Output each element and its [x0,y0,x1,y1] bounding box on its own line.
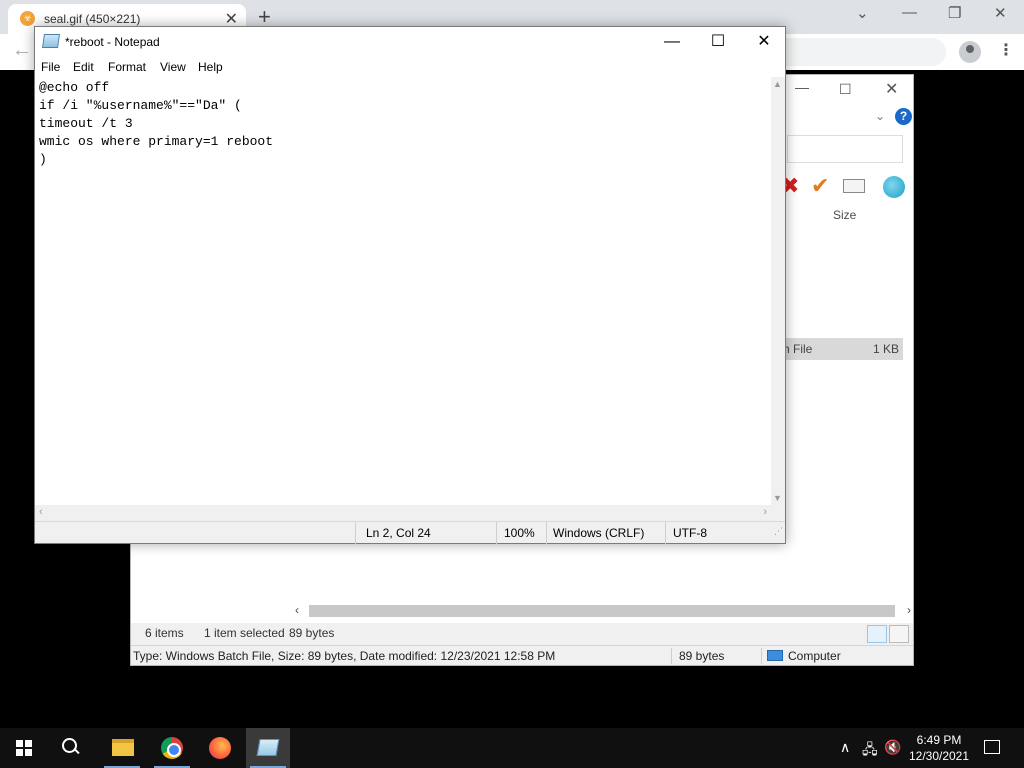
menu-view[interactable]: View [160,60,186,74]
explorer-horizontal-scrollbar[interactable]: ‹ › [293,603,913,619]
browser-minimize-button[interactable]: — [902,4,917,21]
vertical-scrollbar[interactable]: ▲ ▼ [771,77,785,505]
notepad-titlebar[interactable]: *reboot - Notepad — ☐ ✕ [35,27,785,57]
explorer-minimize-button[interactable]: — [795,79,809,95]
taskbar: ∧ 🖧 🔇 6:49 PM 12/30/2021 [0,728,1024,768]
details-view-icon[interactable] [867,625,887,643]
zoom-level: 100% [504,526,535,540]
menu-file[interactable]: File [41,60,60,74]
scrollbar-corner [771,505,785,521]
scroll-thumb[interactable] [309,605,895,617]
large-icons-view-icon[interactable] [889,625,909,643]
scroll-left-icon[interactable]: ‹ [295,603,299,617]
explorer-details-bar: Type: Windows Batch File, Size: 89 bytes… [131,645,913,665]
file-size-cell: 1 KB [872,342,899,356]
menu-edit[interactable]: Edit [73,60,94,74]
clock-date: 12/30/2021 [908,749,970,763]
tray-overflow-chevron-icon[interactable]: ∧ [840,739,850,756]
search-icon[interactable] [62,738,80,756]
address-bar[interactable] [786,38,946,66]
status-divider [761,648,762,664]
maximize-button[interactable]: ☐ [695,30,741,54]
minimize-button[interactable]: — [649,30,695,54]
windows-start-icon[interactable] [16,740,32,756]
accept-icon[interactable]: ✔ [811,173,829,199]
folder-icon [112,739,134,756]
file-type-cell: h File [783,342,813,356]
window-title: *reboot - Notepad [65,35,160,49]
help-icon[interactable]: ? [895,108,912,125]
scroll-left-icon[interactable]: ‹ [39,506,43,518]
network-icon[interactable]: 🖧 [862,739,878,763]
taskbar-file-explorer[interactable] [100,728,144,768]
menu-format[interactable]: Format [108,60,146,74]
item-count: 6 items [145,626,184,640]
notepad-icon [42,34,60,48]
globe-icon[interactable] [883,176,905,198]
system-clock[interactable]: 6:49 PM 12/30/2021 [904,732,974,764]
scroll-right-icon[interactable]: › [907,603,911,617]
taskbar-firefox[interactable] [198,728,242,768]
scroll-up-icon[interactable]: ▲ [773,79,782,89]
tab-title: seal.gif (450×221) [44,12,141,26]
computer-icon [767,650,783,661]
chrome-icon [161,737,183,759]
explorer-address-field[interactable] [787,135,903,163]
notepad-window: *reboot - Notepad — ☐ ✕ File Edit Format… [34,26,786,544]
profile-avatar-icon[interactable] [959,41,981,63]
selection-size: 89 bytes [289,626,335,640]
firefox-icon [209,737,231,759]
back-arrow-icon[interactable]: ← [12,39,32,62]
horizontal-scrollbar[interactable]: ‹ › [35,505,771,521]
tab-search-icon[interactable]: ⌄ [856,4,869,22]
notepad-status-bar: Ln 2, Col 24 100% Windows (CRLF) UTF-8 ⋰ [35,521,785,544]
status-divider [355,522,356,544]
menu-bar: File Edit Format View Help [35,57,785,77]
biohazard-favicon-icon: ☣ [20,11,35,26]
encoding: UTF-8 [673,526,707,540]
scroll-down-icon[interactable]: ▼ [773,493,782,503]
explorer-close-button[interactable]: ✕ [885,79,898,99]
browser-restore-button[interactable]: ❐ [948,4,961,22]
taskbar-notepad[interactable] [246,728,290,768]
taskbar-chrome[interactable] [150,728,194,768]
status-divider [496,522,497,544]
selected-file-row[interactable]: h File 1 KB [779,338,903,360]
status-divider [671,648,672,664]
notepad-icon [256,739,280,756]
column-header-size[interactable]: Size [833,208,856,222]
explorer-maximize-button[interactable]: ☐ [839,81,852,98]
browser-close-button[interactable]: ✕ [994,4,1007,22]
ribbon-expand-chevron-icon[interactable]: ⌄ [875,109,885,123]
file-details-text: Type: Windows Batch File, Size: 89 bytes… [133,649,556,663]
text-editor-area[interactable]: @echo off if /i "%username%"=="Da" ( tim… [35,77,771,505]
clock-time: 6:49 PM [916,733,962,747]
volume-muted-icon[interactable]: 🔇 [884,739,901,756]
menu-help[interactable]: Help [198,60,223,74]
browser-menu-icon[interactable]: ⋮ [998,40,1014,60]
status-divider [665,522,666,544]
resize-grip-icon[interactable]: ⋰ [774,526,783,541]
close-button[interactable]: ✕ [741,30,787,54]
status-divider [546,522,547,544]
scroll-right-icon[interactable]: › [763,506,767,518]
location-text: Computer [788,649,841,663]
cursor-position: Ln 2, Col 24 [366,526,431,540]
envelope-icon[interactable] [843,179,865,193]
explorer-status-bar: 6 items 1 item selected 89 bytes [131,623,913,645]
selection-count: 1 item selected [204,626,285,640]
line-ending: Windows (CRLF) [553,526,645,540]
notification-center-icon[interactable] [984,740,1000,754]
file-size-text: 89 bytes [679,649,725,663]
